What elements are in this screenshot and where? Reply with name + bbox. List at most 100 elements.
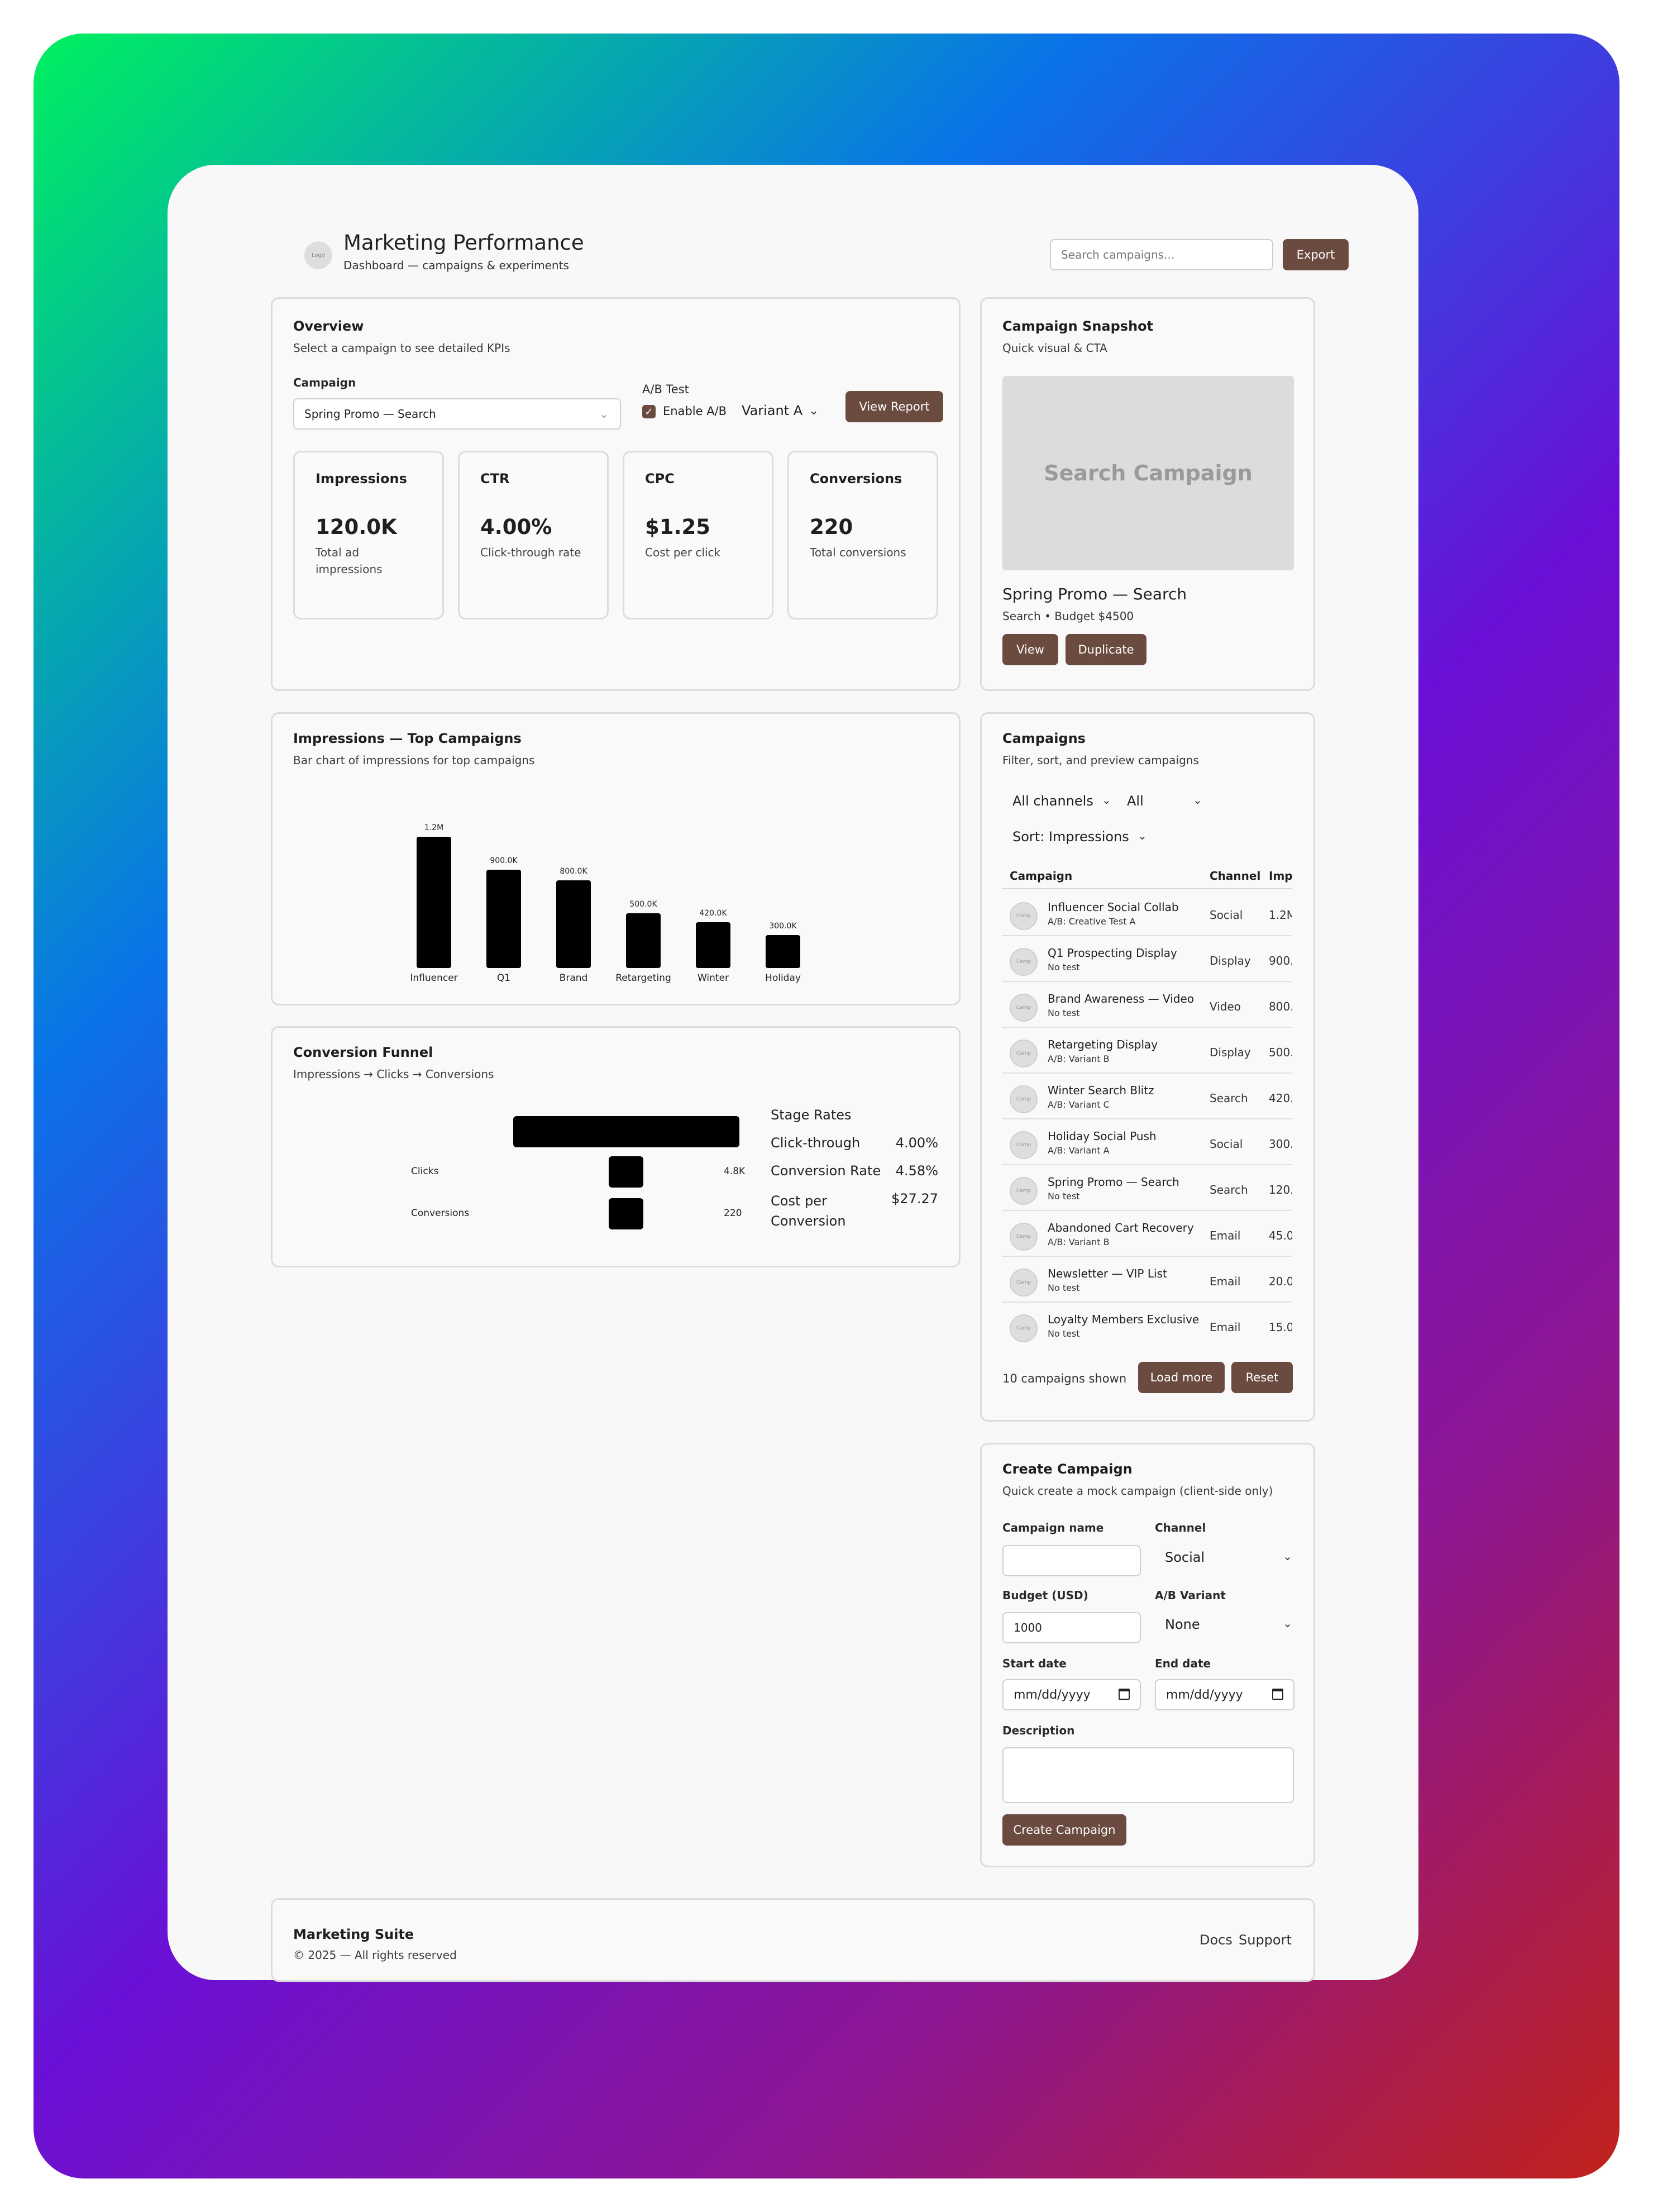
table-header: Campaign Channel Impressions bbox=[1002, 864, 1292, 889]
budget-label: Budget (USD) bbox=[1002, 1589, 1088, 1602]
row-name: Influencer Social Collab bbox=[1048, 900, 1179, 914]
table-row[interactable]: Camp Retargeting Display A/B: Variant B … bbox=[1002, 1028, 1292, 1074]
rate-cost-value: $27.27 bbox=[891, 1191, 938, 1207]
table-row[interactable]: Camp Q1 Prospecting Display No test Disp… bbox=[1002, 936, 1292, 982]
footer-link-docs[interactable]: Docs bbox=[1200, 1932, 1232, 1948]
table-row[interactable]: Camp Brand Awareness — Video No test Vid… bbox=[1002, 982, 1292, 1028]
variant-select[interactable]: Variant A ⌄ bbox=[742, 403, 825, 422]
sort-select[interactable]: Sort: Impressions ⌄ bbox=[1012, 829, 1152, 849]
kpi-value: $1.25 bbox=[645, 515, 711, 539]
bar-value-label: 1.2M bbox=[424, 823, 444, 832]
description-textarea[interactable] bbox=[1002, 1747, 1294, 1803]
stage-rates-title: Stage Rates bbox=[771, 1107, 852, 1123]
channel-select-value: Social bbox=[1165, 1550, 1205, 1565]
funnel-chart: Clicks 4.8K Conversions 220 bbox=[273, 1028, 747, 1269]
bar-brand bbox=[556, 880, 591, 968]
snapshot-meta: Search • Budget $4500 bbox=[1002, 609, 1134, 623]
calendar-icon[interactable] bbox=[1119, 1689, 1130, 1700]
campaign-name-input[interactable] bbox=[1002, 1545, 1141, 1576]
row-tag: A/B: Variant B bbox=[1048, 1237, 1110, 1247]
page-title: Marketing Performance bbox=[343, 231, 584, 255]
rate-ctr-value: 4.00% bbox=[895, 1135, 938, 1151]
calendar-icon[interactable] bbox=[1272, 1689, 1283, 1700]
avatar: Camp bbox=[1010, 1131, 1038, 1159]
start-date-placeholder: mm/dd/yyyy bbox=[1014, 1687, 1091, 1702]
channel-filter-select[interactable]: All channels ⌄ bbox=[1012, 793, 1113, 813]
load-more-button[interactable]: Load more bbox=[1138, 1362, 1225, 1393]
footer-copyright: © 2025 — All rights reserved bbox=[293, 1948, 457, 1962]
funnel-card: Conversion Funnel Impressions → Clicks →… bbox=[271, 1026, 961, 1267]
row-tag: No test bbox=[1048, 1328, 1080, 1339]
table-row[interactable]: Camp Abandoned Cart Recovery A/B: Varian… bbox=[1002, 1211, 1292, 1257]
ab-enable-checkbox[interactable]: ✓ bbox=[642, 405, 656, 418]
overview-card: Overview Select a campaign to see detail… bbox=[271, 297, 961, 691]
start-date-input[interactable]: mm/dd/yyyy bbox=[1002, 1679, 1141, 1710]
kpi-desc: Total conversions bbox=[810, 546, 906, 559]
funnel-stage-value: 220 bbox=[724, 1208, 742, 1219]
variant-select-create[interactable]: None ⌄ bbox=[1155, 1611, 1294, 1639]
table-row[interactable]: Camp Influencer Social Collab A/B: Creat… bbox=[1002, 890, 1292, 936]
export-button[interactable]: Export bbox=[1283, 239, 1349, 270]
table-row[interactable]: Camp Loyalty Members Exclusive No test E… bbox=[1002, 1303, 1292, 1348]
row-impressions: 120.0K bbox=[1269, 1183, 1292, 1196]
kpi-title: Conversions bbox=[810, 471, 902, 487]
campaign-select-value: Spring Promo — Search bbox=[304, 407, 436, 421]
row-impressions: 900.0K bbox=[1269, 954, 1292, 967]
snapshot-campaign-name: Spring Promo — Search bbox=[1002, 585, 1187, 603]
view-report-button[interactable]: View Report bbox=[845, 391, 943, 422]
row-name: Loyalty Members Exclusive bbox=[1048, 1313, 1200, 1326]
create-subtitle: Quick create a mock campaign (client-sid… bbox=[1002, 1484, 1273, 1498]
create-campaign-button[interactable]: Create Campaign bbox=[1002, 1814, 1126, 1846]
avatar: Camp bbox=[1010, 1177, 1038, 1205]
rate-conversion-value: 4.58% bbox=[895, 1163, 938, 1179]
snapshot-image-text: Search Campaign bbox=[1044, 461, 1253, 485]
row-name: Winter Search Blitz bbox=[1048, 1084, 1154, 1097]
chevron-down-icon: ⌄ bbox=[809, 404, 819, 418]
table-row[interactable]: Camp Holiday Social Push A/B: Variant A … bbox=[1002, 1119, 1292, 1165]
snapshot-duplicate-button[interactable]: Duplicate bbox=[1066, 634, 1146, 665]
budget-input[interactable]: 1000 bbox=[1002, 1612, 1141, 1643]
bar-winter bbox=[696, 922, 730, 968]
campaign-label: Campaign bbox=[293, 376, 356, 389]
overview-subtitle: Select a campaign to see detailed KPIs bbox=[293, 341, 510, 355]
row-tag: A/B: Creative Test A bbox=[1048, 916, 1136, 927]
kpi-desc: Click-through rate bbox=[480, 546, 581, 559]
start-date-label: Start date bbox=[1002, 1657, 1067, 1670]
channel-select[interactable]: Social ⌄ bbox=[1155, 1544, 1294, 1572]
chevron-down-icon: ⌄ bbox=[599, 407, 609, 421]
snapshot-view-button[interactable]: View bbox=[1002, 634, 1058, 665]
row-name: Holiday Social Push bbox=[1048, 1129, 1157, 1143]
impressions-bar-chart: 1.2M Influencer 900.0K Q1 800.0K Brand 500.0K R… bbox=[273, 714, 962, 1007]
channel-filter-value: All channels bbox=[1012, 793, 1093, 809]
row-impressions: 1.2M bbox=[1269, 908, 1292, 922]
avatar: Camp bbox=[1010, 994, 1038, 1022]
table-row[interactable]: Camp Newsletter — VIP List No test Email… bbox=[1002, 1257, 1292, 1303]
ab-test-label: A/B Test bbox=[642, 383, 689, 396]
row-name: Brand Awareness — Video bbox=[1048, 992, 1195, 1005]
campaigns-subtitle: Filter, sort, and preview campaigns bbox=[1002, 754, 1199, 767]
campaigns-title: Campaigns bbox=[1002, 731, 1086, 746]
sort-value: Sort: Impressions bbox=[1012, 829, 1129, 845]
end-date-input[interactable]: mm/dd/yyyy bbox=[1155, 1679, 1294, 1710]
search-input[interactable]: Search campaigns... bbox=[1050, 239, 1273, 270]
row-tag: A/B: Variant C bbox=[1048, 1099, 1110, 1110]
campaign-select[interactable]: Spring Promo — Search ⌄ bbox=[293, 398, 621, 430]
avatar: Camp bbox=[1010, 1314, 1038, 1342]
row-tag: No test bbox=[1048, 1191, 1080, 1202]
table-row[interactable]: Camp Spring Promo — Search No test Searc… bbox=[1002, 1165, 1292, 1211]
chevron-down-icon: ⌄ bbox=[1102, 793, 1111, 807]
rate-ctr-name: Click-through bbox=[771, 1135, 861, 1151]
name-label: Campaign name bbox=[1002, 1521, 1104, 1534]
avatar: Camp bbox=[1010, 902, 1038, 930]
row-channel: Search bbox=[1210, 1183, 1248, 1196]
table-row[interactable]: Camp Winter Search Blitz A/B: Variant C … bbox=[1002, 1074, 1292, 1119]
snapshot-subtitle: Quick visual & CTA bbox=[1002, 341, 1107, 355]
chevron-down-icon: ⌄ bbox=[1138, 829, 1147, 842]
avatar: Camp bbox=[1010, 1085, 1038, 1113]
kpi-value: 4.00% bbox=[480, 515, 552, 539]
col-impressions: Impressions bbox=[1269, 869, 1292, 883]
footer-link-support[interactable]: Support bbox=[1239, 1932, 1292, 1948]
status-filter-select[interactable]: All ⌄ bbox=[1127, 793, 1205, 813]
bar-category-label: Q1 bbox=[496, 972, 511, 984]
reset-button[interactable]: Reset bbox=[1231, 1362, 1293, 1393]
